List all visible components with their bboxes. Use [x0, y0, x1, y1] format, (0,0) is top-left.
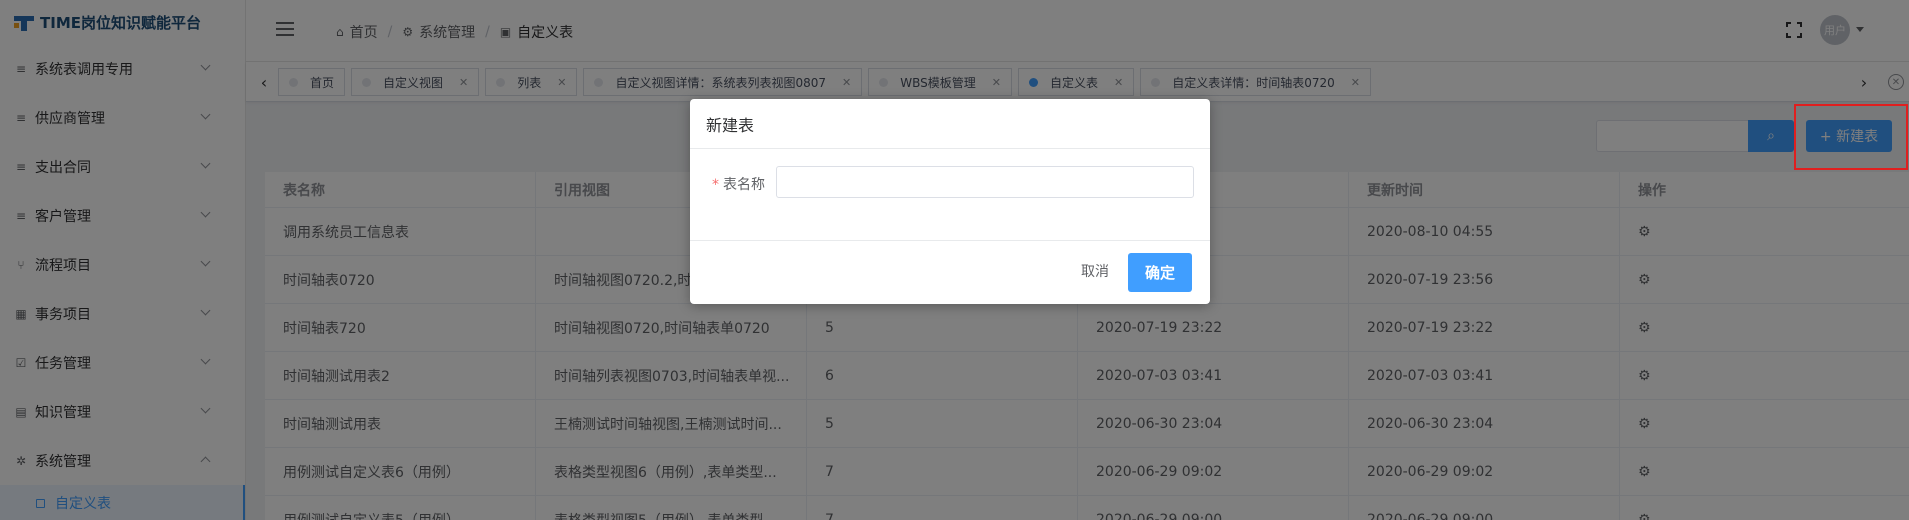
table-name-label: * 表名称: [712, 174, 765, 194]
dialog-title: 新建表: [706, 116, 755, 135]
dialog-footer-divider: [690, 240, 1210, 241]
dialog-divider: [690, 148, 1210, 149]
confirm-button[interactable]: 确定: [1128, 253, 1192, 292]
required-mark: *: [712, 177, 719, 193]
cancel-button[interactable]: 取消: [1070, 251, 1120, 291]
new-table-dialog: 新建表 * 表名称 取消 确定: [690, 99, 1210, 304]
table-name-input[interactable]: [776, 166, 1194, 198]
annotation-highlight-box: [1794, 104, 1908, 170]
table-name-label-text: 表名称: [723, 177, 765, 193]
